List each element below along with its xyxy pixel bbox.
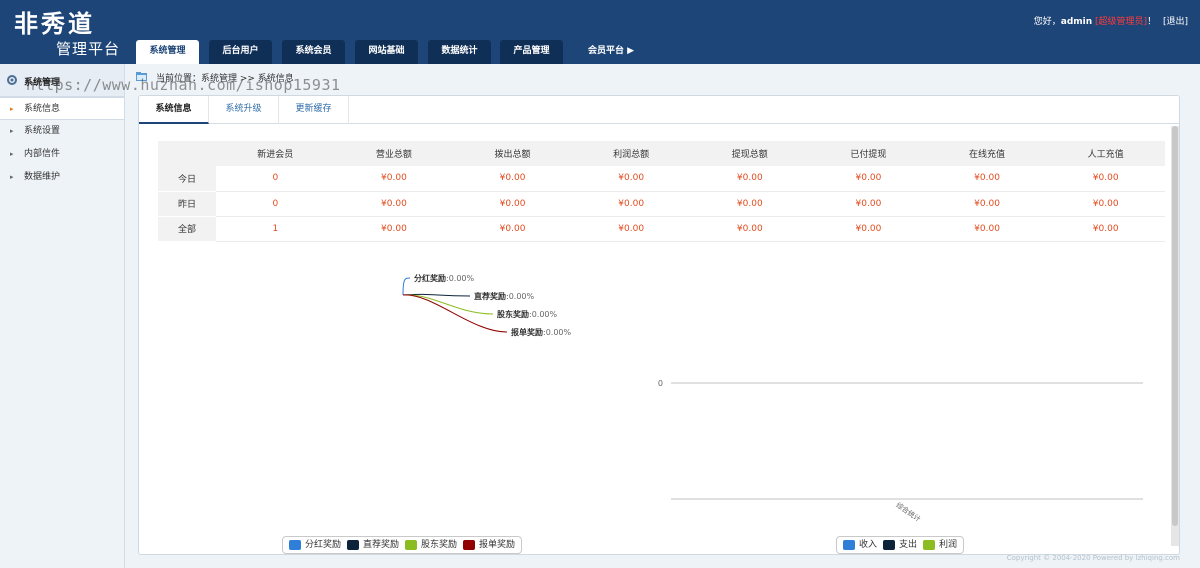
bar-legend: 收入 支出 利润 bbox=[836, 536, 965, 554]
system-info-panel: 系统信息 系统升级 更新缓存 新进会员 营业总额 拨出总额 利润总额 提现总额 … bbox=[138, 95, 1180, 555]
arrow-right-icon: ▸ bbox=[10, 127, 14, 135]
legend-swatch bbox=[843, 540, 855, 550]
sidebar: 系统管理 ▸ 系统信息 ▸ 系统设置 ▸ 内部信件 ▸ 数据维护 bbox=[0, 64, 125, 568]
legend-label: 股东奖励 bbox=[421, 540, 458, 550]
legend-swatch bbox=[289, 540, 301, 550]
user-area: 您好，admin [超级管理员]！ [退出] bbox=[1034, 14, 1188, 27]
tab-data-statistics[interactable]: 数据统计 bbox=[428, 40, 491, 64]
vertical-scrollbar[interactable] bbox=[1171, 126, 1179, 546]
tab-system-management[interactable]: 系统管理 bbox=[136, 40, 199, 65]
user-role: [超级管理员] bbox=[1095, 17, 1148, 27]
legend-item[interactable]: 股东奖励 bbox=[405, 537, 457, 553]
arrow-right-icon: ▸ bbox=[10, 173, 14, 181]
footer-copyright: Copyright © 2004-2020 Powered by lzhiqin… bbox=[1006, 554, 1180, 562]
legend-item[interactable]: 分红奖励 bbox=[289, 537, 341, 553]
legend-item[interactable]: 收入 bbox=[843, 537, 877, 553]
logo-text: 非秀道 bbox=[14, 9, 95, 38]
sidebar-item-label: 系统信息 bbox=[24, 104, 61, 114]
username: admin bbox=[1060, 17, 1093, 27]
scrollbar-thumb[interactable] bbox=[1172, 126, 1178, 526]
sidebar-item-internal-mail[interactable]: ▸ 内部信件 bbox=[0, 143, 124, 166]
legend-label: 支出 bbox=[899, 540, 918, 550]
tab-site-basics[interactable]: 网站基础 bbox=[355, 40, 418, 64]
sidebar-item-system-settings[interactable]: ▸ 系统设置 bbox=[0, 120, 124, 143]
legend-label: 直荐奖励 bbox=[363, 540, 400, 550]
tab-backend-users[interactable]: 后台用户 bbox=[209, 40, 272, 64]
pie-data-label: 分红奖励:0.00% bbox=[414, 273, 475, 283]
arrow-right-icon: ▸ bbox=[10, 105, 14, 113]
legend-swatch bbox=[347, 540, 360, 550]
gear-icon bbox=[7, 75, 17, 85]
legend-label: 利润 bbox=[939, 540, 958, 550]
legend-item[interactable]: 报单奖励 bbox=[463, 537, 515, 553]
main-content: 当前位置：系统管理 >> 系统信息 系统信息 系统升级 更新缓存 新进会员 营业… bbox=[26, 64, 1200, 568]
logout-link[interactable]: [退出] bbox=[1163, 17, 1188, 27]
tab-product-management[interactable]: 产品管理 bbox=[500, 40, 563, 64]
legend-swatch bbox=[923, 540, 936, 550]
pie-connector-line bbox=[402, 277, 411, 296]
greeting-text: 您好， bbox=[1033, 17, 1061, 27]
sidebar-item-label: 数据维护 bbox=[24, 172, 61, 182]
y-tick-label: 0 bbox=[658, 379, 663, 388]
sidebar-item-data-maintenance[interactable]: ▸ 数据维护 bbox=[0, 166, 124, 189]
tab-member-platform[interactable]: 会员平台 ▶ bbox=[576, 40, 646, 64]
caret-right-icon: ▶ bbox=[627, 46, 635, 56]
arrow-right-icon: ▸ bbox=[10, 150, 14, 158]
greeting-exclaim: ！ bbox=[1147, 17, 1157, 27]
watermark-text: https://www.huzhan.com/ishop15931 bbox=[26, 76, 341, 94]
tab-system-members[interactable]: 系统会员 bbox=[282, 40, 345, 64]
tab-member-platform-label: 会员平台 bbox=[587, 46, 624, 56]
pie-data-label: 报单奖励:0.00% bbox=[511, 327, 572, 337]
legend-item[interactable]: 直荐奖励 bbox=[347, 537, 399, 553]
legend-swatch bbox=[463, 540, 476, 550]
legend-swatch bbox=[883, 540, 896, 550]
legend-item[interactable]: 利润 bbox=[923, 537, 957, 553]
legend-item[interactable]: 支出 bbox=[883, 537, 917, 553]
pie-data-label: 直荐奖励:0.00% bbox=[474, 291, 535, 301]
legend-label: 分红奖励 bbox=[305, 540, 342, 550]
top-header: 非秀道 管理平台 系统管理 后台用户 系统会员 网站基础 数据统计 产品管理 会… bbox=[0, 0, 1200, 65]
logo-subtitle: 管理平台 bbox=[56, 40, 121, 58]
legend-label: 报单奖励 bbox=[479, 540, 516, 550]
sidebar-item-label: 内部信件 bbox=[24, 149, 61, 159]
legend-label: 收入 bbox=[859, 540, 878, 550]
sidebar-item-system-info[interactable]: ▸ 系统信息 bbox=[0, 97, 124, 120]
x-tick-label: 综合统计 bbox=[894, 500, 922, 523]
legend-swatch bbox=[405, 540, 418, 550]
charts-area: 分红奖励:0.00% 直荐奖励:0.00% 股东奖励:0.00% 报单奖励:0.00%… bbox=[402, 273, 1143, 524]
sidebar-item-label: 系统设置 bbox=[24, 126, 61, 136]
pie-legend: 分红奖励 直荐奖励 股东奖励 报单奖励 bbox=[282, 536, 523, 554]
pie-data-label: 股东奖励:0.00% bbox=[497, 309, 558, 319]
